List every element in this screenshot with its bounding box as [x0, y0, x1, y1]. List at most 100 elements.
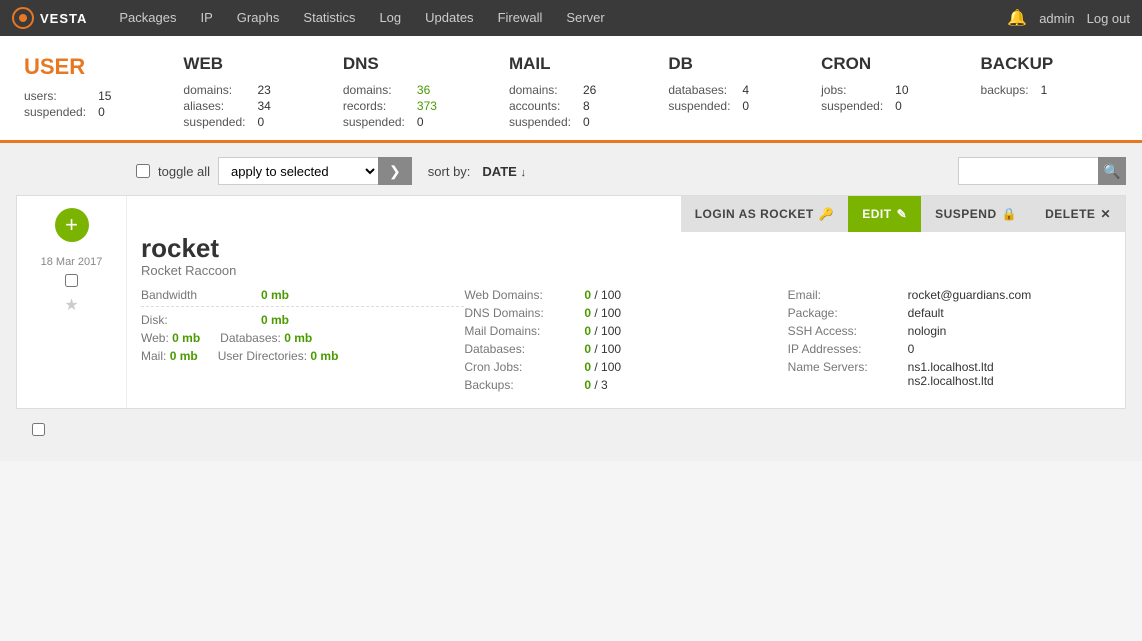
backups-val: 0 / 3	[584, 378, 607, 392]
databases-stat-val: 0 / 100	[584, 342, 621, 356]
disk-row: Disk: 0 mb	[141, 313, 464, 327]
web-domains-row: Web Domains: 0 / 100	[464, 288, 787, 302]
sort-label: sort by:	[428, 164, 471, 179]
apply-select[interactable]: apply to selected Suspend Unsuspend Dele…	[218, 157, 378, 185]
action-bar: LOGIN AS ROCKET 🔑 EDIT ✎ SUSPEND 🔒 DELET…	[681, 196, 1125, 232]
dns-domains-row: DNS Domains: 0 / 100	[464, 306, 787, 320]
user-dirs-stat: User Directories: 0 mb	[218, 349, 339, 363]
stats-col-3: Email: rocket@guardians.com Package: def…	[788, 288, 1111, 396]
stats-col-1: Bandwidth 0 mb Disk: 0 mb Web: 0 mb Data…	[141, 288, 464, 396]
user-card: + 18 Mar 2017 ★ LOGIN AS ROCKET 🔑 EDIT ✎…	[16, 195, 1126, 409]
bandwidth-label: Bandwidth	[141, 288, 261, 302]
nav-server[interactable]: Server	[554, 0, 616, 36]
sort-value: DATE ↓	[482, 164, 526, 179]
summary-web-title: WEB	[183, 54, 282, 74]
edit-icon: ✎	[897, 207, 908, 221]
nav-firewall[interactable]: Firewall	[486, 0, 555, 36]
summary-user: USER users: 15 suspended: 0	[24, 54, 123, 120]
dns-domains-val: 0 / 100	[584, 306, 621, 320]
summary-cron: CRON jobs: 10 suspended: 0	[821, 54, 920, 114]
summary-mail: MAIL domains: 26 accounts: 8 suspended: …	[509, 54, 608, 130]
nav-updates[interactable]: Updates	[413, 0, 485, 36]
close-icon: ✕	[1100, 207, 1111, 221]
cron-jobs-label: Cron Jobs:	[464, 360, 584, 374]
card-username: rocket	[141, 234, 1111, 263]
edit-button[interactable]: EDIT ✎	[848, 196, 921, 232]
cron-jobs-val: 0 / 100	[584, 360, 621, 374]
email-val: rocket@guardians.com	[908, 288, 1032, 302]
bell-icon: 🔔	[1007, 8, 1027, 28]
backups-row: Backups: 0 / 3	[464, 378, 787, 392]
user-suspended-label: suspended:	[24, 104, 98, 120]
disk-label: Disk:	[141, 313, 261, 327]
login-label: LOGIN AS ROCKET	[695, 207, 814, 221]
login-as-button[interactable]: LOGIN AS ROCKET 🔑	[681, 196, 849, 232]
users-val: 15	[98, 88, 123, 104]
toggle-all-label: toggle all	[158, 164, 210, 179]
search-button[interactable]: 🔍	[1098, 157, 1126, 185]
summary-backup-title: BACKUP	[981, 54, 1060, 74]
summary-mail-title: MAIL	[509, 54, 608, 74]
ssh-row: SSH Access: nologin	[788, 324, 1111, 338]
card-checkbox[interactable]	[65, 274, 78, 287]
navbar-right: 🔔 admin Log out	[1007, 8, 1130, 28]
package-val: default	[908, 306, 944, 320]
mail-stat: Mail: 0 mb	[141, 349, 198, 363]
name-servers-val: ns1.localhost.ltd ns2.localhost.ltd	[908, 360, 994, 388]
mail-domains-label: Mail Domains:	[464, 324, 584, 338]
delete-label: DELETE	[1045, 207, 1095, 221]
web-domains-used: 0 / 100	[584, 288, 621, 302]
summary-dns-title: DNS	[343, 54, 449, 74]
nav-graphs[interactable]: Graphs	[225, 0, 292, 36]
inline-stats: Web: 0 mb Databases: 0 mb	[141, 331, 464, 345]
ip-val: 0	[908, 342, 915, 356]
star-icon[interactable]: ★	[64, 295, 78, 315]
search-wrap: 🔍	[958, 157, 1126, 185]
bandwidth-row: Bandwidth 0 mb	[141, 288, 464, 302]
bottom-checkbox-wrap	[16, 415, 1126, 447]
card-left: + 18 Mar 2017 ★	[17, 196, 127, 408]
web-domains-label: Web Domains:	[464, 288, 584, 302]
databases-stat-label: Databases:	[464, 342, 584, 356]
summary-dns: DNS domains: 36 records: 373 suspended: …	[343, 54, 449, 130]
mail-domains-row: Mail Domains: 0 / 100	[464, 324, 787, 338]
stats-col-2: Web Domains: 0 / 100 DNS Domains: 0 / 10…	[464, 288, 787, 396]
summary-cron-title: CRON	[821, 54, 920, 74]
apply-go-button[interactable]: ❯	[378, 157, 412, 185]
disk-val: 0 mb	[261, 313, 289, 327]
nameservers-row: Name Servers: ns1.localhost.ltd ns2.loca…	[788, 360, 1111, 388]
delete-button[interactable]: DELETE ✕	[1031, 196, 1125, 232]
bandwidth-val: 0 mb	[261, 288, 289, 302]
toolbar: toggle all apply to selected Suspend Uns…	[16, 157, 1126, 185]
card-date: 18 Mar 2017	[41, 256, 103, 268]
summary-db: DB databases: 4 suspended: 0	[668, 54, 761, 114]
nav-menu: Packages IP Graphs Statistics Log Update…	[107, 0, 1007, 36]
ssh-val: nologin	[908, 324, 947, 338]
nav-log[interactable]: Log	[367, 0, 413, 36]
add-user-button[interactable]: +	[55, 208, 89, 242]
logout-link[interactable]: Log out	[1087, 11, 1130, 26]
nav-packages[interactable]: Packages	[107, 0, 188, 36]
web-stat: Web: 0 mb	[141, 331, 200, 345]
toggle-all-checkbox[interactable]	[136, 164, 150, 178]
bottom-checkbox[interactable]	[32, 423, 45, 436]
nav-ip[interactable]: IP	[188, 0, 224, 36]
logo-circle	[12, 7, 34, 29]
card-fullname: Rocket Raccoon	[141, 263, 1111, 278]
key-icon: 🔑	[819, 207, 834, 221]
package-row: Package: default	[788, 306, 1111, 320]
ip-row: IP Addresses: 0	[788, 342, 1111, 356]
user-suspended-val: 0	[98, 104, 123, 120]
databases-stat-row: Databases: 0 / 100	[464, 342, 787, 356]
inline-stats-2: Mail: 0 mb User Directories: 0 mb	[141, 349, 464, 363]
databases-stat: Databases: 0 mb	[220, 331, 312, 345]
admin-link[interactable]: admin	[1039, 11, 1074, 26]
nav-statistics[interactable]: Statistics	[291, 0, 367, 36]
email-label: Email:	[788, 288, 908, 302]
suspend-button[interactable]: SUSPEND 🔒	[921, 196, 1031, 232]
card-body: LOGIN AS ROCKET 🔑 EDIT ✎ SUSPEND 🔒 DELET…	[127, 196, 1125, 408]
name-servers-label: Name Servers:	[788, 360, 908, 374]
ip-label: IP Addresses:	[788, 342, 908, 356]
card-stats: Bandwidth 0 mb Disk: 0 mb Web: 0 mb Data…	[141, 288, 1111, 396]
search-input[interactable]	[958, 157, 1098, 185]
